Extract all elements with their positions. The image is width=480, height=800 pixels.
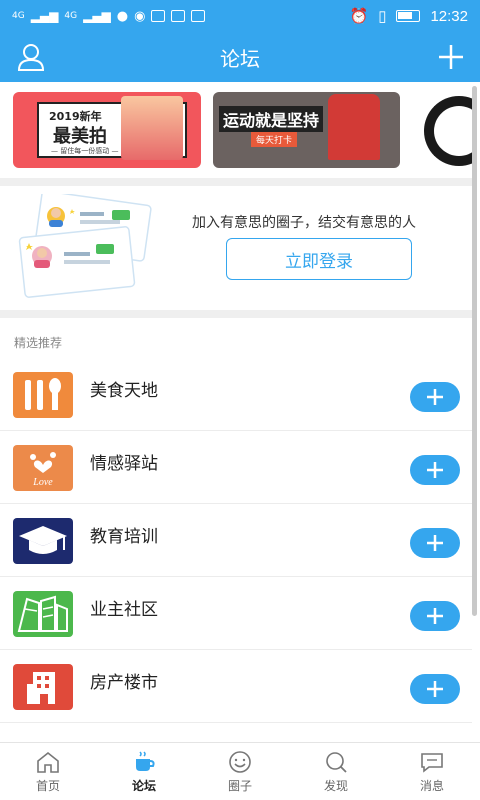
banner-partial[interactable] bbox=[422, 92, 472, 168]
item-label: 美食天地 bbox=[90, 381, 158, 401]
scrollbar[interactable] bbox=[472, 86, 477, 616]
graduation-cap-icon bbox=[13, 518, 73, 564]
banner-sports[interactable]: 运动就是坚持 每天打卡 bbox=[213, 92, 400, 168]
banner-carousel[interactable]: 2019新年 最美拍 — 留住每一份感动 — 运动就是坚持 每天打卡 bbox=[0, 82, 472, 178]
tiktok-icon bbox=[171, 10, 186, 22]
love-hearts-icon: Love bbox=[13, 445, 73, 491]
item-label: 情感驿站 bbox=[90, 454, 158, 474]
plus-icon bbox=[427, 389, 443, 405]
app-icon bbox=[191, 10, 206, 22]
join-button[interactable] bbox=[410, 455, 460, 485]
banner-new-year[interactable]: 2019新年 最美拍 — 留住每一份感动 — bbox=[13, 92, 201, 168]
signal-2-label: 4G bbox=[64, 11, 78, 21]
plus-icon bbox=[427, 681, 443, 697]
home-icon bbox=[37, 751, 59, 773]
svg-text:Love: Love bbox=[32, 477, 53, 488]
message-icon bbox=[421, 753, 443, 773]
section-header: 精选推荐 bbox=[14, 336, 63, 350]
ring-graphic bbox=[424, 96, 472, 166]
banner-line1: 运动就是坚持 bbox=[219, 106, 324, 132]
login-button[interactable]: 立即登录 bbox=[226, 238, 412, 280]
tab-home[interactable]: 首页 bbox=[0, 743, 96, 800]
list-item[interactable]: Love 情感驿站 bbox=[0, 431, 472, 504]
list-item[interactable]: 美食天地 bbox=[0, 358, 472, 431]
join-button[interactable] bbox=[410, 528, 460, 558]
header-bar: 论坛 bbox=[0, 32, 480, 82]
section-divider bbox=[0, 310, 472, 318]
runner-image bbox=[328, 94, 380, 160]
clock: 12:32 bbox=[430, 7, 468, 25]
vibrate-icon: ▯ bbox=[378, 8, 387, 25]
plus-icon bbox=[427, 608, 443, 624]
join-button[interactable] bbox=[410, 382, 460, 412]
user-icon[interactable] bbox=[16, 42, 46, 72]
tab-discover[interactable]: 发现 bbox=[288, 743, 384, 800]
tab-label: 发现 bbox=[323, 779, 348, 793]
item-label: 业主社区 bbox=[90, 600, 158, 620]
add-icon[interactable] bbox=[436, 42, 466, 72]
chat-icon: ◉ bbox=[134, 8, 146, 24]
join-button[interactable] bbox=[410, 674, 460, 704]
plus-icon bbox=[427, 535, 443, 551]
signal-1-label: 4G bbox=[12, 11, 25, 21]
list-item[interactable]: 教育培训 bbox=[0, 504, 472, 577]
app-icon bbox=[151, 10, 166, 22]
tab-label: 消息 bbox=[419, 779, 444, 793]
tab-forum[interactable]: 论坛 bbox=[96, 743, 192, 800]
tab-label: 论坛 bbox=[131, 779, 156, 793]
utensils-icon bbox=[13, 372, 73, 418]
apartment-icon bbox=[13, 664, 73, 710]
cup-icon bbox=[136, 751, 155, 771]
tab-label: 首页 bbox=[35, 779, 60, 793]
list-item[interactable]: 业主社区 bbox=[0, 577, 472, 650]
banner-photo bbox=[121, 96, 183, 160]
plus-icon bbox=[427, 462, 443, 478]
banner-line2: 最美拍 bbox=[53, 126, 107, 147]
wechat-icon: ● bbox=[116, 8, 129, 24]
tab-messages[interactable]: 消息 bbox=[384, 743, 480, 800]
banner-line3: — 留住每一份感动 — bbox=[51, 147, 119, 155]
alarm-icon: ⏰ bbox=[349, 8, 369, 25]
page-title: 论坛 bbox=[220, 46, 260, 71]
signal-bars-icon: ▂▄▆ bbox=[83, 9, 111, 23]
banner-line2: 每天打卡 bbox=[251, 132, 298, 147]
recommend-list: 美食天地 Love 情感驿站 教育培训 业主社区 房产楼市 bbox=[0, 358, 472, 723]
tab-circle[interactable]: 圈子 bbox=[192, 743, 288, 800]
status-bar: 4G ▂▄▆ 4G ▂▄▆ ● ◉ ⏰ ▯ 12:32 bbox=[0, 0, 480, 32]
item-label: 教育培训 bbox=[90, 527, 158, 547]
profile-cards-illustration bbox=[18, 194, 152, 298]
smile-icon bbox=[229, 751, 251, 773]
login-description: 加入有意思的圈子，结交有意思的人 bbox=[192, 215, 416, 231]
login-section: 加入有意思的圈子，结交有意思的人 立即登录 bbox=[0, 186, 472, 310]
search-icon bbox=[326, 752, 347, 773]
buildings-icon bbox=[13, 591, 73, 637]
list-item[interactable]: 房产楼市 bbox=[0, 650, 472, 723]
item-label: 房产楼市 bbox=[90, 673, 158, 693]
bottom-tab-bar: 首页 论坛 圈子 发现 消息 bbox=[0, 742, 480, 800]
battery-icon bbox=[396, 10, 421, 22]
tab-label: 圈子 bbox=[227, 779, 252, 793]
join-button[interactable] bbox=[410, 601, 460, 631]
signal-bars-icon: ▂▄▆ bbox=[30, 9, 59, 23]
section-divider bbox=[0, 178, 472, 186]
